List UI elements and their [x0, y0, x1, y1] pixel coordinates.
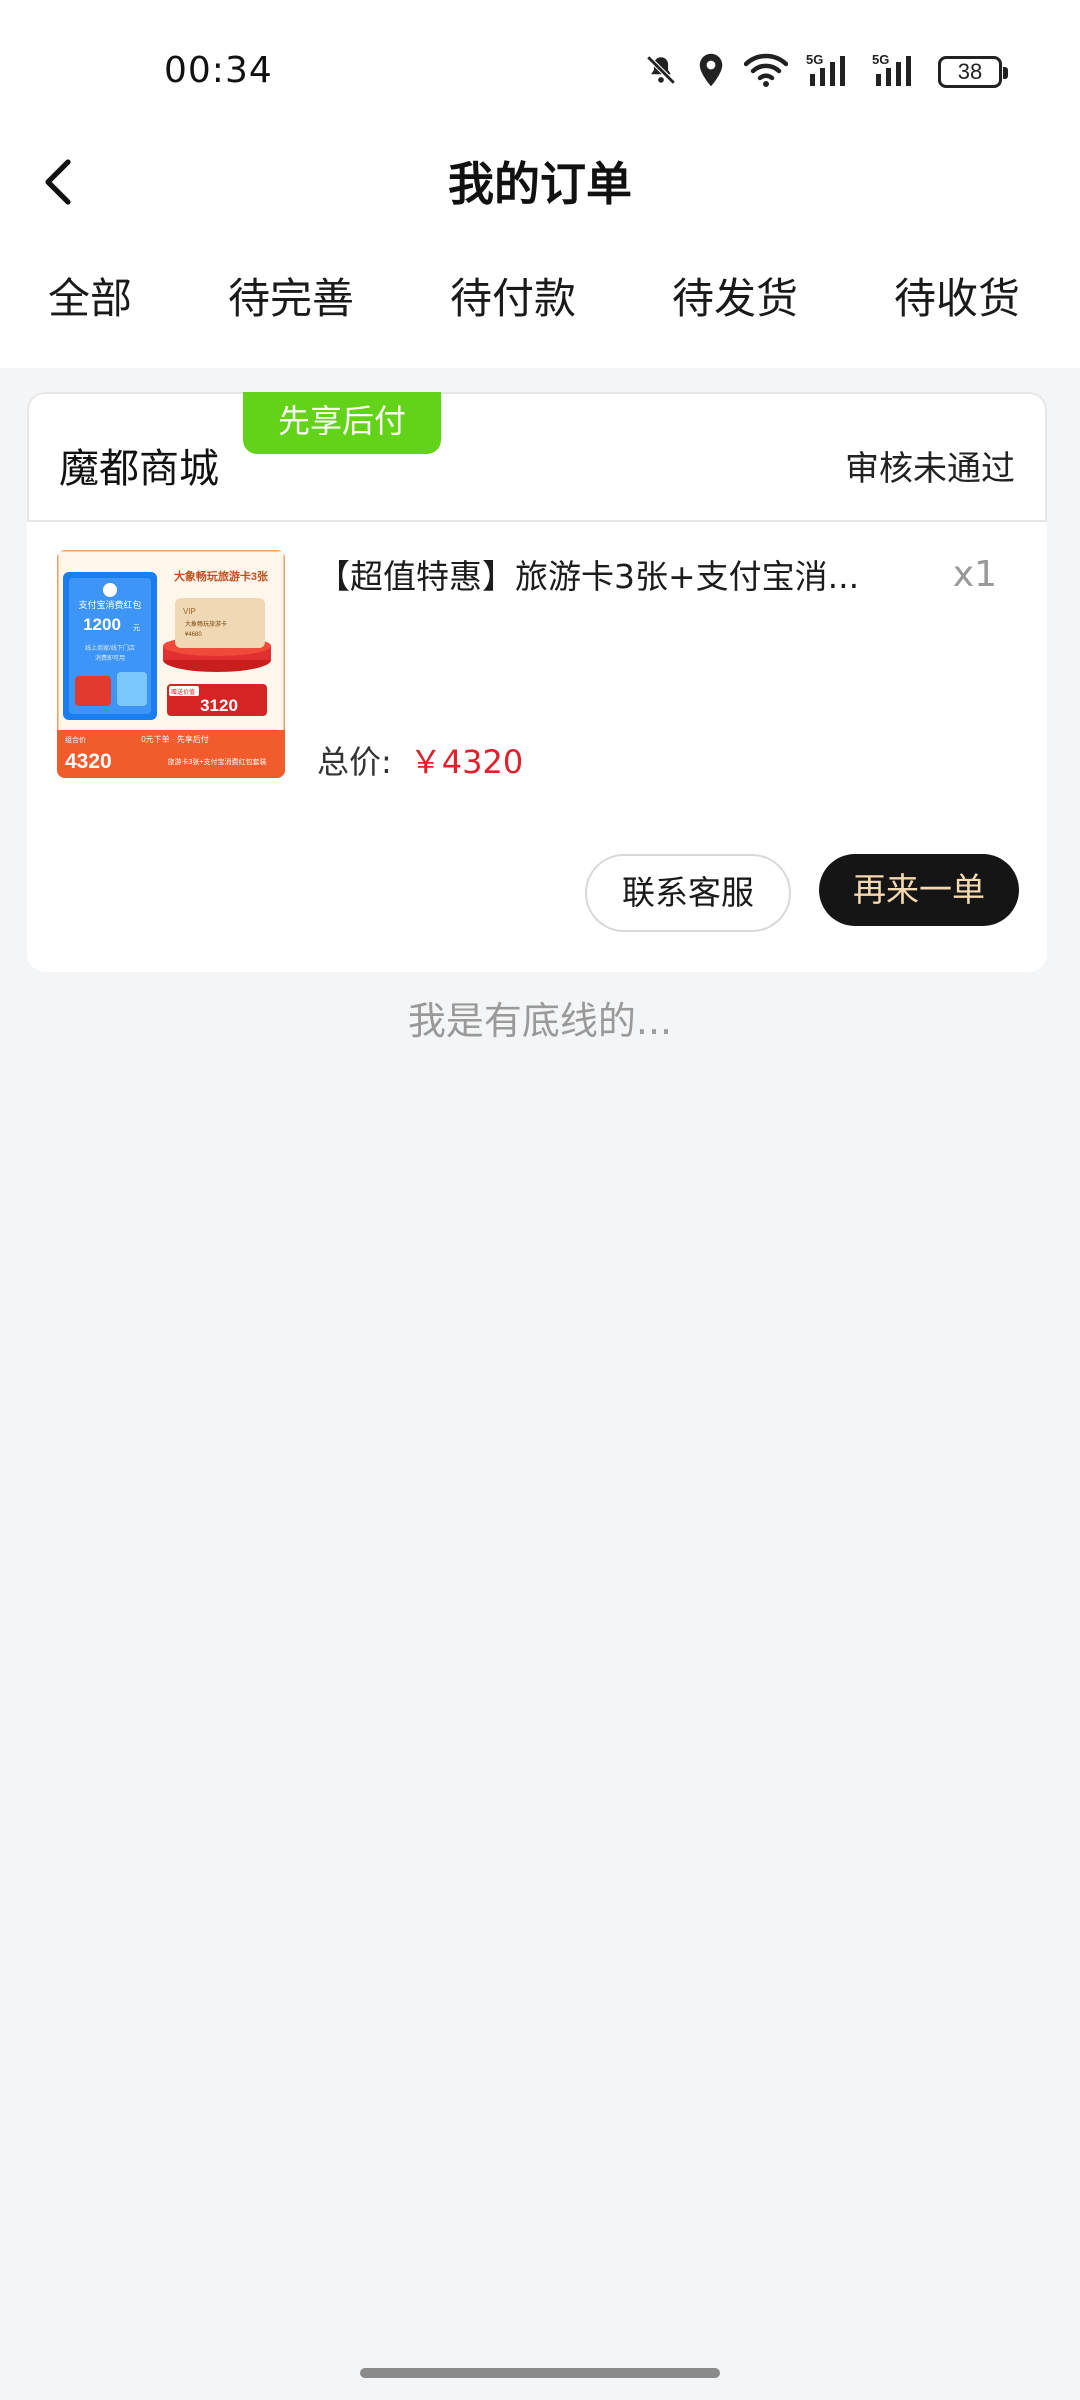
order-tabs: 全部 待完善 待付款 待发货 待收货 [0, 265, 1080, 345]
image-vip-label: VIP [183, 607, 196, 616]
bell-off-icon [644, 53, 678, 91]
tab-to-receive[interactable]: 待收货 [894, 265, 1020, 326]
image-gift-label: 赠送价值 [171, 688, 195, 696]
reorder-button[interactable]: 再来一单 [819, 854, 1019, 926]
image-bottom-desc: 旅游卡3张+支付宝消费红包套装 [168, 757, 267, 766]
shop-name[interactable]: 魔都商城 [59, 436, 219, 494]
order-card-header: 魔都商城 审核未通过 [27, 392, 1047, 522]
product-quantity: x1 [952, 554, 997, 595]
header: 我的订单 [0, 130, 1080, 230]
status-time: 00:34 [164, 50, 273, 91]
svg-text:5G: 5G [806, 52, 823, 67]
image-left-card-title: 支付宝消费红包 [78, 599, 141, 610]
image-left-card-unit: 元 [133, 624, 140, 632]
status-bar: 00:34 5G 5G 38 [0, 0, 1080, 140]
battery-icon: 38 [938, 56, 1008, 88]
image-vip-text: 大象畅玩旅游卡 [185, 620, 227, 628]
total-row: 总价: ￥4320 [317, 737, 523, 783]
image-bottom-price: 4320 [65, 750, 112, 773]
product-image[interactable]: 支付宝消费红包 1200 元 线上商家/线下门店 消费即可用 大象畅玩旅游卡3张… [57, 550, 285, 778]
signal-5g-icon: 5G [872, 52, 920, 92]
image-headline: 大象畅玩旅游卡3张 [174, 569, 269, 583]
status-icons: 5G 5G 38 [626, 50, 1008, 94]
signal-5g-icon: 5G [806, 52, 854, 92]
image-left-card-note1: 线上商家/线下门店 [85, 644, 135, 652]
contact-service-button[interactable]: 联系客服 [585, 854, 791, 932]
image-gift-value: 3120 [200, 696, 238, 715]
order-status: 审核未通过 [845, 449, 1015, 489]
tab-all[interactable]: 全部 [48, 265, 132, 326]
end-of-list-text: 我是有底线的... [407, 999, 673, 1043]
svg-text:5G: 5G [872, 52, 889, 67]
wifi-icon [743, 53, 789, 91]
image-promo-tag: 0元下单 · 先享后付 [141, 734, 209, 744]
tab-to-complete[interactable]: 待完善 [228, 265, 354, 326]
total-price: ￥4320 [409, 743, 524, 781]
page-title: 我的订单 [448, 157, 632, 211]
product-title[interactable]: 【超值特惠】旅游卡3张+支付宝消... [317, 550, 887, 598]
total-label: 总价: [317, 743, 392, 781]
image-vip-price: ¥4680 [185, 632, 202, 638]
tab-to-pay[interactable]: 待付款 [450, 265, 576, 326]
image-left-card-note2: 消费即可用 [95, 654, 125, 662]
order-card[interactable]: 魔都商城 审核未通过 先享后付 支付宝消费红包 1200 元 线上商家/线下门店… [27, 392, 1047, 972]
home-indicator[interactable] [360, 2368, 720, 2378]
image-left-card-amount: 1200 [83, 615, 121, 634]
tab-to-ship[interactable]: 待发货 [672, 265, 798, 326]
location-icon [696, 52, 726, 92]
pay-later-badge: 先享后付 [243, 392, 441, 454]
image-bottom-price-label: 组合价 [65, 735, 86, 744]
